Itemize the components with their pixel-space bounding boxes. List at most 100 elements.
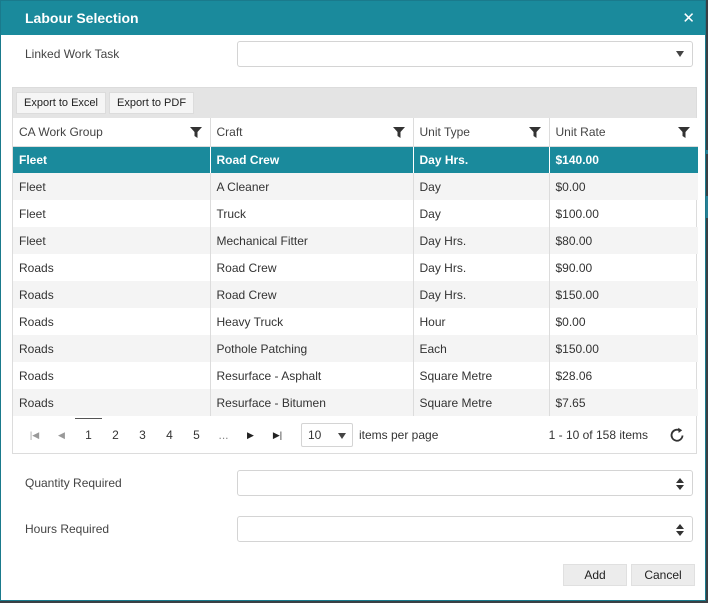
cell-unit-type: Square Metre [413,389,550,416]
table-row[interactable]: Roads Pothole Patching Each $150.00 [13,335,698,362]
cell-ca-work-group: Roads [13,335,211,362]
table-row[interactable]: Fleet Road Crew Day Hrs. $140.00 [13,146,698,173]
cell-unit-type: Hour [413,308,550,335]
cell-craft: Road Crew [210,281,414,308]
page-link[interactable]: 5 [183,428,210,442]
cell-unit-rate: $150.00 [549,335,698,362]
cell-ca-work-group: Roads [13,362,211,389]
refresh-icon[interactable] [669,427,685,443]
quantity-required-stepper[interactable] [237,470,693,496]
page-link[interactable]: 1 [75,418,102,442]
cell-unit-rate: $80.00 [549,227,698,254]
cell-unit-type: Day Hrs. [413,254,550,281]
cell-unit-type: Day [413,200,550,227]
cell-craft: Road Crew [210,254,414,281]
quantity-required-label: Quantity Required [25,476,122,490]
page-link[interactable]: 3 [129,428,156,442]
table-row[interactable]: Roads Resurface - Asphalt Square Metre $28.… [13,362,698,389]
chevron-down-icon [676,51,684,57]
cell-craft: Truck [210,200,414,227]
table-row[interactable]: Roads Resurface - Bitumen Square Metre $7.6… [13,389,698,416]
table-row[interactable]: Roads Road Crew Day Hrs. $150.00 [13,281,698,308]
filter-icon[interactable] [678,127,690,138]
hours-required-row: Hours Required [25,516,693,542]
filter-icon[interactable] [392,127,405,138]
cell-unit-type: Day Hrs. [413,146,550,173]
column-header-unit-rate[interactable]: Unit Rate [549,118,698,147]
labour-selection-dialog: Labour Selection ✕ Linked Work Task Expo… [0,0,706,601]
page-more-link[interactable]: ... [210,428,237,442]
cell-unit-type: Square Metre [413,362,550,389]
add-button[interactable]: Add [563,564,627,586]
cell-unit-type: Day [413,173,550,200]
hours-required-stepper[interactable] [237,516,693,542]
cell-craft: Resurface - Bitumen [210,389,414,416]
cell-unit-rate: $90.00 [555,260,593,275]
spinner-icon[interactable] [676,524,684,536]
linked-work-task-row: Linked Work Task [25,41,693,67]
pager: |◀ ◀ 1 2 3 4 5... ▶ ▶| 10 items per page 1 -… [13,416,696,454]
export-excel-button[interactable]: Export to Excel [16,92,106,114]
cell-unit-rate: $140.00 [549,146,698,173]
cell-unit-rate: $7.65 [549,389,698,416]
page-numbers: 1 2 3 4 5... [75,418,237,442]
page-link[interactable]: 4 [156,428,183,442]
first-page-icon[interactable]: |◀ [21,430,48,441]
cell-unit-rate: $28.06 [555,368,593,383]
chevron-down-icon [338,433,346,439]
cell-ca-work-group: Roads [13,308,211,335]
cell-craft: A Cleaner [210,173,414,200]
quantity-required-row: Quantity Required [25,470,693,496]
cell-craft: Mechanical Fitter [210,227,414,254]
prev-page-icon[interactable]: ◀ [48,430,75,441]
cell-ca-work-group: Fleet [13,200,211,227]
close-icon[interactable]: ✕ [682,11,695,26]
dialog-titlebar: Labour Selection ✕ [1,1,705,35]
page-link[interactable]: 2 [102,428,129,442]
cell-craft: Road Crew [210,146,414,173]
spinner-icon[interactable] [676,478,684,490]
cell-ca-work-group: Roads [13,254,211,281]
cell-ca-work-group: Fleet [13,173,211,200]
cell-unit-type: Each [413,335,550,362]
dialog-title: Labour Selection [25,10,139,26]
table-body: Fleet Road Crew Day Hrs. $140.00 Fleet A Clea… [13,146,698,416]
linked-work-task-label: Linked Work Task [25,47,120,61]
cell-ca-work-group: Fleet [13,146,211,173]
cell-ca-work-group: Roads [13,389,211,416]
next-page-icon[interactable]: ▶ [237,430,264,441]
cell-craft: Resurface - Asphalt [210,362,414,389]
labour-grid: Export to Excel Export to PDF CA Work Gr… [12,87,698,454]
table-row[interactable]: Fleet Mechanical Fitter Day Hrs. $80.00 [13,227,698,254]
table-header-row: CA Work Group Craft Unit Type Unit Rate [13,118,698,147]
table-row[interactable]: Roads Road Crew Day Hrs. $90.00 [13,254,698,281]
table-row[interactable]: Fleet Truck Day $100.00 [13,200,698,227]
cell-unit-type: Day Hrs. [413,281,550,308]
cancel-button[interactable]: Cancel [631,564,695,586]
cell-unit-type: Day Hrs. [413,227,550,254]
column-header-unit-type[interactable]: Unit Type [413,118,550,147]
cell-unit-rate: $0.00 [549,173,698,200]
cell-unit-rate: $0.00 [555,314,586,329]
page-size-dropdown[interactable]: 10 [301,423,353,447]
hours-required-label: Hours Required [25,522,110,536]
table-row[interactable]: Roads Heavy Truck Hour $0.00 [13,308,698,335]
column-header-craft[interactable]: Craft [210,118,414,147]
cell-craft: Heavy Truck [210,308,414,335]
pager-info: 1 - 10 of 158 items [548,428,648,442]
column-header-ca-work-group[interactable]: CA Work Group [13,118,211,147]
items-per-page-label: items per page [359,428,439,442]
grid-toolbar: Export to Excel Export to PDF [13,88,696,118]
labour-table: CA Work Group Craft Unit Type Unit Rate … [13,118,698,416]
cell-unit-rate: $100.00 [555,206,599,221]
filter-icon[interactable] [528,127,541,138]
cell-ca-work-group: Roads [13,281,211,308]
cell-craft: Pothole Patching [210,335,414,362]
cell-unit-rate: $150.00 [549,281,698,308]
table-row[interactable]: Fleet A Cleaner Day $0.00 [13,173,698,200]
export-pdf-button[interactable]: Export to PDF [108,92,195,114]
cell-ca-work-group: Fleet [13,227,211,254]
linked-work-task-dropdown[interactable] [237,41,693,67]
last-page-icon[interactable]: ▶| [264,430,291,441]
filter-icon[interactable] [189,127,202,138]
